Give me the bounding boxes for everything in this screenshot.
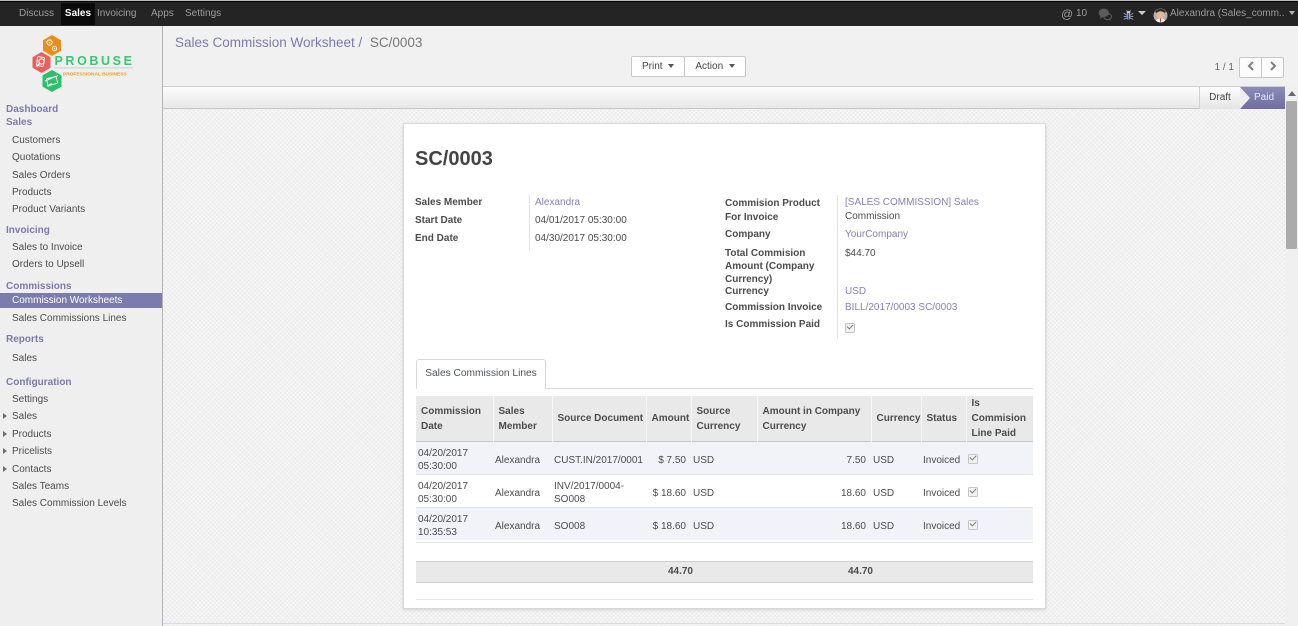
svg-text:PROFESSIONAL BUSINESS: PROFESSIONAL BUSINESS [63,71,127,77]
svg-text:PROBUSE: PROBUSE [55,54,135,68]
